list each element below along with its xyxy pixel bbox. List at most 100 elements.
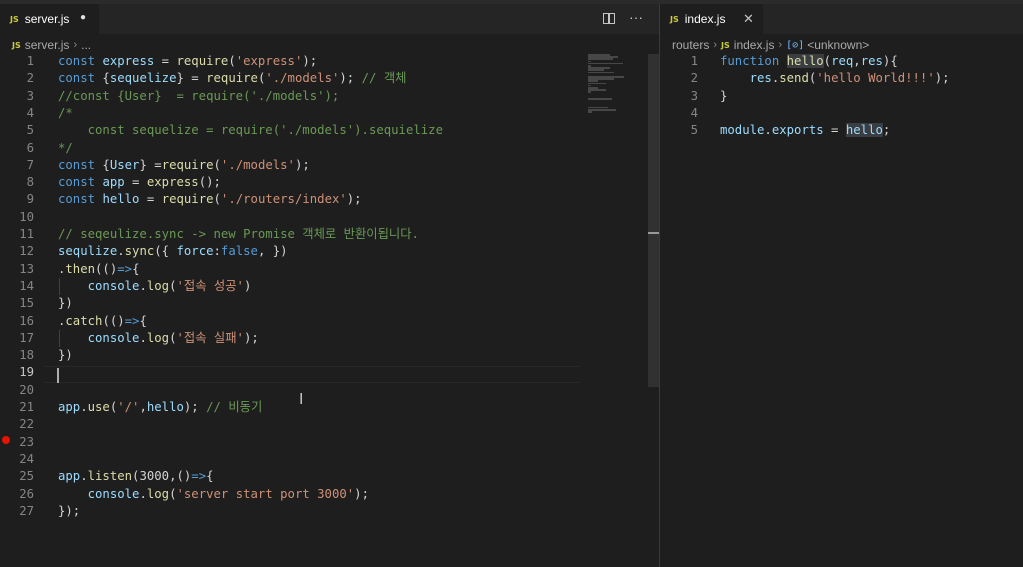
close-icon[interactable]: ✕ bbox=[743, 11, 754, 27]
code-token: '접속 성공' bbox=[176, 278, 244, 293]
code-token: // 객체 bbox=[361, 71, 407, 86]
code-token: */ bbox=[58, 140, 73, 155]
tab-label: server.js bbox=[24, 12, 70, 26]
unsaved-dot-icon[interactable]: ● bbox=[80, 12, 86, 23]
code-line: const {User} =require('./models'); bbox=[58, 157, 310, 174]
split-editor-icon[interactable] bbox=[603, 13, 615, 24]
breadcrumb-rest[interactable]: ... bbox=[81, 38, 91, 52]
code-token: './routers/index' bbox=[220, 192, 347, 207]
line-number: 14 bbox=[19, 278, 34, 293]
code-line: function hello(req,res){ bbox=[720, 53, 898, 70]
code-token: } = bbox=[176, 71, 207, 86]
code-token: function bbox=[720, 54, 780, 68]
code-token: (() bbox=[95, 261, 118, 276]
code-token: 'hello World!!!' bbox=[816, 71, 935, 86]
indent-guide bbox=[59, 329, 60, 348]
code-token: // seqeulize.sync -> new Promise 객체로 반환이… bbox=[58, 227, 419, 241]
minimap-line bbox=[588, 62, 623, 65]
tab-server-js[interactable]: JS server.js ● bbox=[0, 4, 99, 34]
line-number: 21 bbox=[19, 400, 34, 414]
code-token: = bbox=[139, 192, 162, 207]
code-token: = bbox=[154, 54, 177, 68]
code-token: , }) bbox=[257, 244, 288, 259]
breadcrumb-symbol[interactable]: <unknown> bbox=[807, 38, 869, 52]
code-token: log bbox=[146, 278, 170, 293]
tab-bar-right: JS index.js ✕ bbox=[660, 4, 1023, 34]
code-line: }) bbox=[58, 347, 73, 364]
code-token: then bbox=[65, 261, 96, 276]
code-token: const bbox=[58, 175, 96, 190]
minimap-line bbox=[588, 71, 614, 74]
breadcrumb-file[interactable]: server.js bbox=[25, 38, 70, 52]
code-line: const sequelize = require('./models').se… bbox=[58, 122, 443, 139]
code-token: = bbox=[124, 175, 147, 190]
code-token: => bbox=[124, 313, 140, 328]
breadcrumb-file[interactable]: index.js bbox=[734, 38, 775, 52]
code-token: ( bbox=[213, 157, 221, 172]
line-number: 24 bbox=[19, 451, 34, 466]
indent-guide bbox=[59, 277, 60, 296]
line-number: 5 bbox=[26, 123, 34, 138]
code-token: /* bbox=[58, 105, 73, 120]
code-token: , bbox=[139, 400, 147, 414]
code-token: './models' bbox=[265, 71, 340, 86]
line-number: 4 bbox=[26, 105, 34, 120]
minimap-line bbox=[588, 98, 612, 100]
code-token: log bbox=[146, 486, 170, 501]
code-token: ( bbox=[823, 54, 832, 68]
code-token: ( bbox=[213, 192, 221, 207]
minimap-line bbox=[588, 58, 613, 60]
breadcrumb-separator-icon: › bbox=[778, 39, 783, 51]
code-token: module bbox=[720, 123, 765, 138]
line-number: 19 bbox=[19, 365, 34, 380]
code-line: console.log('접속 성공') bbox=[58, 278, 252, 295]
js-file-icon: JS bbox=[12, 40, 21, 50]
code-token: app bbox=[102, 175, 125, 190]
line-number: 5 bbox=[690, 123, 698, 138]
code-token: { bbox=[95, 71, 110, 86]
code-token: . bbox=[117, 244, 125, 259]
code-line: // seqeulize.sync -> new Promise 객체로 반환이… bbox=[58, 226, 419, 243]
minimap-line bbox=[588, 109, 616, 111]
code-token: ); bbox=[934, 71, 950, 86]
code-token: . bbox=[139, 330, 147, 345]
code-line: .then(()=>{ bbox=[58, 261, 139, 278]
code-token: req bbox=[831, 54, 854, 68]
line-number: 10 bbox=[19, 209, 34, 224]
more-actions-icon[interactable]: ··· bbox=[629, 9, 643, 25]
code-token: send bbox=[779, 71, 809, 86]
code-token: const sequelize = require('./models').se… bbox=[58, 123, 443, 138]
line-number: 4 bbox=[690, 105, 698, 120]
minimap-line bbox=[588, 91, 591, 93]
code-token: { bbox=[206, 469, 214, 484]
ibeam-cursor-icon: Ⅰ bbox=[299, 390, 304, 408]
vertical-scrollbar[interactable] bbox=[648, 54, 659, 387]
code-token: = bbox=[823, 123, 846, 138]
breadcrumb-folder[interactable]: routers bbox=[672, 38, 709, 52]
code-token: . bbox=[764, 123, 772, 138]
code-token: { bbox=[132, 261, 140, 276]
line-number: 27 bbox=[19, 503, 34, 518]
minimap[interactable] bbox=[586, 54, 646, 114]
code-token: const bbox=[58, 192, 96, 207]
code-line: sequlize.sync({ force:false, }) bbox=[58, 243, 288, 260]
code-token: (); bbox=[198, 175, 221, 190]
code-token: exports bbox=[771, 123, 824, 138]
code-token: { bbox=[95, 157, 110, 172]
code-token: => bbox=[191, 469, 207, 484]
code-token: listen bbox=[87, 469, 133, 484]
code-token: , bbox=[853, 54, 861, 68]
code-token: hello bbox=[845, 123, 883, 138]
text-cursor bbox=[57, 368, 59, 383]
code-token: ); bbox=[354, 486, 369, 501]
code-line: app.use('/',hello); // 비동기 bbox=[58, 399, 262, 416]
line-number: 25 bbox=[19, 469, 34, 484]
tab-index-js[interactable]: JS index.js ✕ bbox=[660, 4, 763, 34]
line-number: 3 bbox=[690, 88, 698, 103]
breadcrumb-separator-icon: › bbox=[73, 39, 78, 51]
code-token: ) bbox=[243, 278, 252, 293]
code-token: const bbox=[58, 157, 96, 172]
code-token: ){ bbox=[882, 54, 898, 68]
code-line: } bbox=[720, 88, 727, 105]
